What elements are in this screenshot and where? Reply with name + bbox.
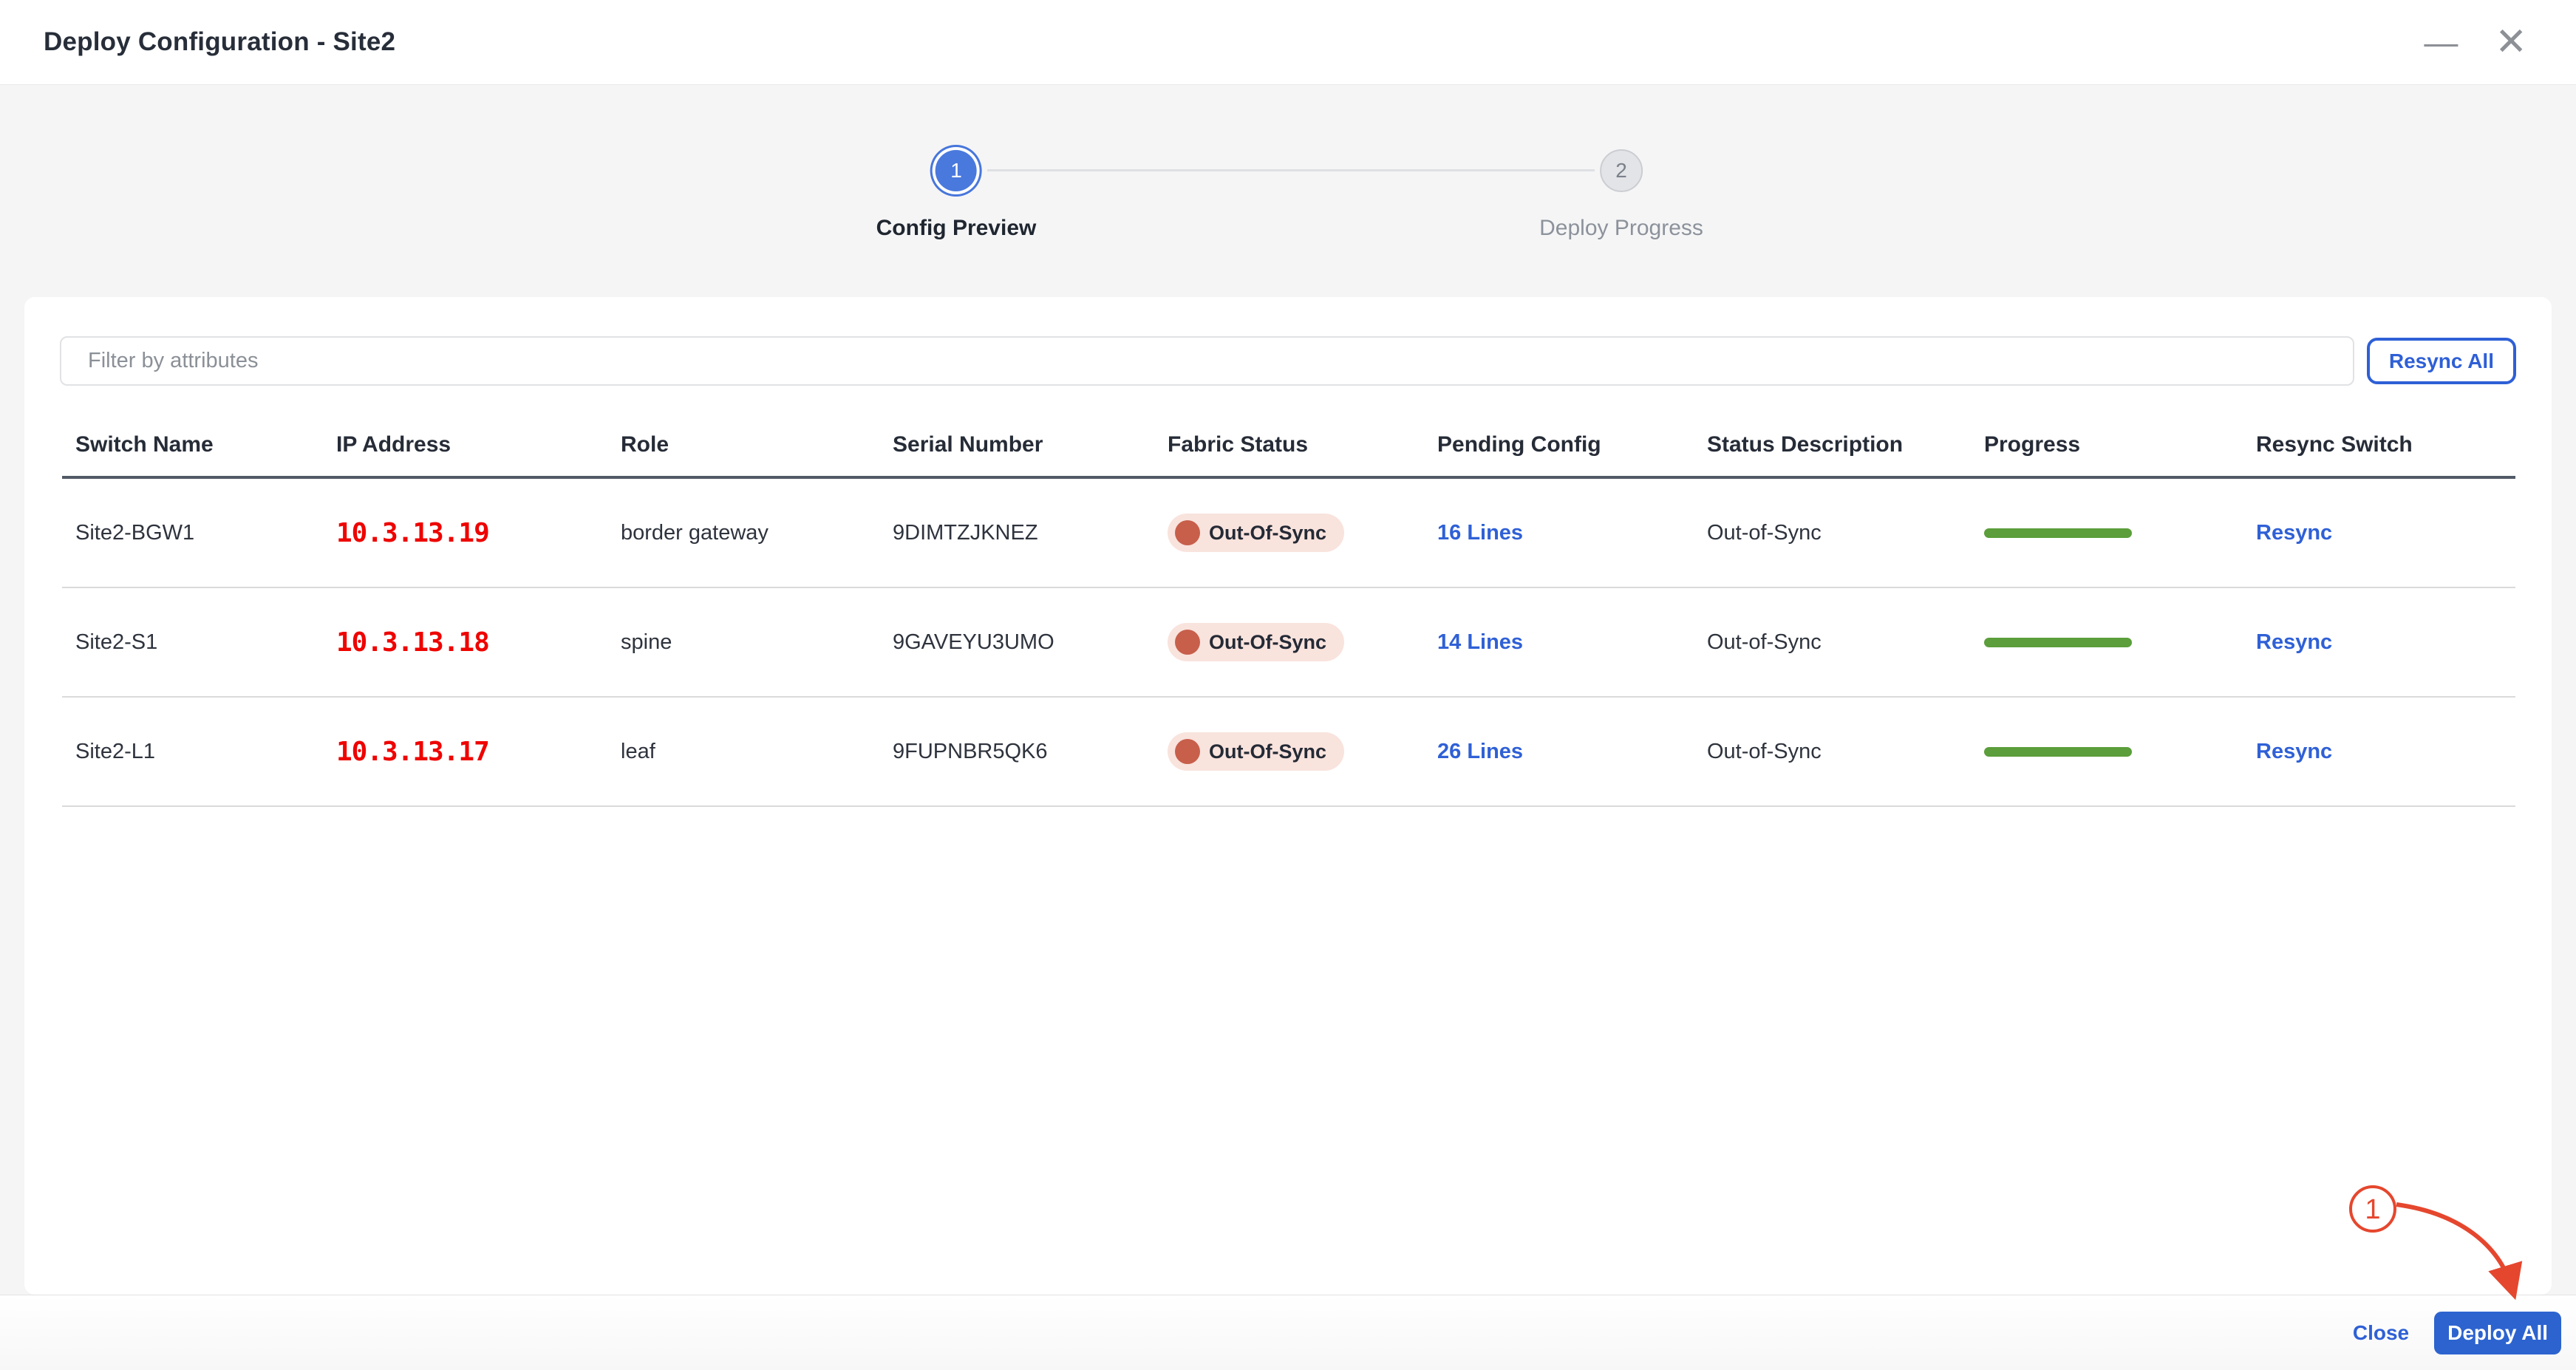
cell-fabric-status: Out-Of-Sync bbox=[1154, 514, 1424, 552]
cell-switch-name: Site2-L1 bbox=[62, 740, 323, 764]
out-of-sync-dot-icon bbox=[1175, 739, 1200, 764]
fabric-status-badge: Out-Of-Sync bbox=[1168, 732, 1344, 771]
cell-serial-number: 9FUPNBR5QK6 bbox=[879, 740, 1154, 764]
col-header-switch-name: Switch Name bbox=[62, 432, 323, 457]
cell-resync-switch: Resync bbox=[2243, 740, 2515, 764]
cell-resync-switch: Resync bbox=[2243, 630, 2515, 655]
stepper-step-config-preview[interactable]: 1 Config Preview bbox=[876, 145, 1037, 241]
footer-close-button[interactable]: Close bbox=[2353, 1321, 2409, 1345]
switch-table: Switch Name IP Address Role Serial Numbe… bbox=[62, 414, 2515, 807]
dialog-title: Deploy Configuration - Site2 bbox=[44, 27, 395, 57]
cell-switch-name: Site2-S1 bbox=[62, 630, 323, 655]
cell-role: leaf bbox=[607, 740, 879, 764]
col-header-fabric-status: Fabric Status bbox=[1154, 432, 1424, 457]
step-1-circle: 1 bbox=[936, 150, 977, 191]
cell-pending-config: 14 Lines bbox=[1424, 630, 1694, 655]
cell-resync-switch: Resync bbox=[2243, 521, 2515, 545]
col-header-ip-address: IP Address bbox=[323, 432, 607, 457]
cell-switch-name: Site2-BGW1 bbox=[62, 521, 323, 545]
cell-serial-number: 9DIMTZJKNEZ bbox=[879, 521, 1154, 545]
minimize-button[interactable]: — bbox=[2424, 13, 2458, 72]
table-row: Site2-S1 10.3.13.18 spine 9GAVEYU3UMO Ou… bbox=[62, 588, 2515, 698]
progress-bar bbox=[1984, 528, 2132, 538]
table-toolbar: Resync All bbox=[24, 297, 2552, 386]
cell-status-description: Out-of-Sync bbox=[1694, 521, 1971, 545]
progress-bar bbox=[1984, 747, 2132, 757]
resync-link[interactable]: Resync bbox=[2256, 630, 2332, 654]
resync-link[interactable]: Resync bbox=[2256, 740, 2332, 763]
fabric-status-badge: Out-Of-Sync bbox=[1168, 623, 1344, 661]
cell-progress bbox=[1971, 638, 2243, 647]
cell-ip-address: 10.3.13.19 bbox=[323, 518, 607, 548]
progress-bar-fill bbox=[1984, 638, 2132, 647]
progress-bar-fill bbox=[1984, 528, 2132, 538]
table-header-row: Switch Name IP Address Role Serial Numbe… bbox=[62, 414, 2515, 479]
col-header-role: Role bbox=[607, 432, 879, 457]
cell-status-description: Out-of-Sync bbox=[1694, 740, 1971, 764]
deploy-all-button[interactable]: Deploy All bbox=[2434, 1312, 2561, 1354]
dialog-titlebar: Deploy Configuration - Site2 — ✕ bbox=[0, 0, 2576, 85]
close-icon: ✕ bbox=[2495, 23, 2527, 61]
col-header-pending-config: Pending Config bbox=[1424, 432, 1694, 457]
window-controls: — ✕ bbox=[2424, 13, 2527, 72]
cell-progress bbox=[1971, 528, 2243, 538]
fabric-status-text: Out-Of-Sync bbox=[1209, 740, 1326, 763]
stepper-connector bbox=[987, 169, 1595, 171]
cell-ip-address: 10.3.13.18 bbox=[323, 627, 607, 658]
resync-link[interactable]: Resync bbox=[2256, 521, 2332, 545]
resync-all-button[interactable]: Resync All bbox=[2367, 338, 2516, 384]
col-header-serial-number: Serial Number bbox=[879, 432, 1154, 457]
out-of-sync-dot-icon bbox=[1175, 520, 1200, 545]
pending-config-link[interactable]: 26 Lines bbox=[1437, 740, 1523, 763]
pending-config-link[interactable]: 14 Lines bbox=[1437, 630, 1523, 654]
step-1-label: Config Preview bbox=[876, 216, 1037, 241]
cell-fabric-status: Out-Of-Sync bbox=[1154, 623, 1424, 661]
step-2-circle: 2 bbox=[1600, 149, 1643, 192]
cell-role: border gateway bbox=[607, 521, 879, 545]
progress-bar bbox=[1984, 638, 2132, 647]
pending-config-link[interactable]: 16 Lines bbox=[1437, 521, 1523, 545]
step-2-label: Deploy Progress bbox=[1539, 216, 1703, 241]
table-row: Site2-BGW1 10.3.13.19 border gateway 9DI… bbox=[62, 479, 2515, 588]
step-circle-wrap: 1 bbox=[936, 145, 977, 197]
cell-pending-config: 16 Lines bbox=[1424, 521, 1694, 545]
step-circle-wrap: 2 bbox=[1600, 145, 1643, 197]
out-of-sync-dot-icon bbox=[1175, 630, 1200, 655]
cell-fabric-status: Out-Of-Sync bbox=[1154, 732, 1424, 771]
fabric-status-badge: Out-Of-Sync bbox=[1168, 514, 1344, 552]
cell-ip-address: 10.3.13.17 bbox=[323, 737, 607, 767]
col-header-resync-switch: Resync Switch bbox=[2243, 432, 2515, 457]
cell-progress bbox=[1971, 747, 2243, 757]
dialog-footer: Close Deploy All bbox=[0, 1295, 2576, 1370]
fabric-status-text: Out-Of-Sync bbox=[1209, 631, 1326, 654]
col-header-status-description: Status Description bbox=[1694, 432, 1971, 457]
close-button[interactable]: ✕ bbox=[2495, 13, 2527, 72]
config-preview-card: Resync All Switch Name IP Address Role S… bbox=[24, 297, 2552, 1295]
fabric-status-text: Out-Of-Sync bbox=[1209, 522, 1326, 545]
table-row: Site2-L1 10.3.13.17 leaf 9FUPNBR5QK6 Out… bbox=[62, 698, 2515, 807]
minimize-icon: — bbox=[2424, 25, 2458, 59]
filter-input[interactable] bbox=[60, 336, 2354, 386]
cell-serial-number: 9GAVEYU3UMO bbox=[879, 630, 1154, 655]
cell-pending-config: 26 Lines bbox=[1424, 740, 1694, 764]
cell-status-description: Out-of-Sync bbox=[1694, 630, 1971, 655]
cell-role: spine bbox=[607, 630, 879, 655]
progress-bar-fill bbox=[1984, 747, 2132, 757]
col-header-progress: Progress bbox=[1971, 432, 2243, 457]
stepper-step-deploy-progress[interactable]: 2 Deploy Progress bbox=[1539, 145, 1703, 241]
